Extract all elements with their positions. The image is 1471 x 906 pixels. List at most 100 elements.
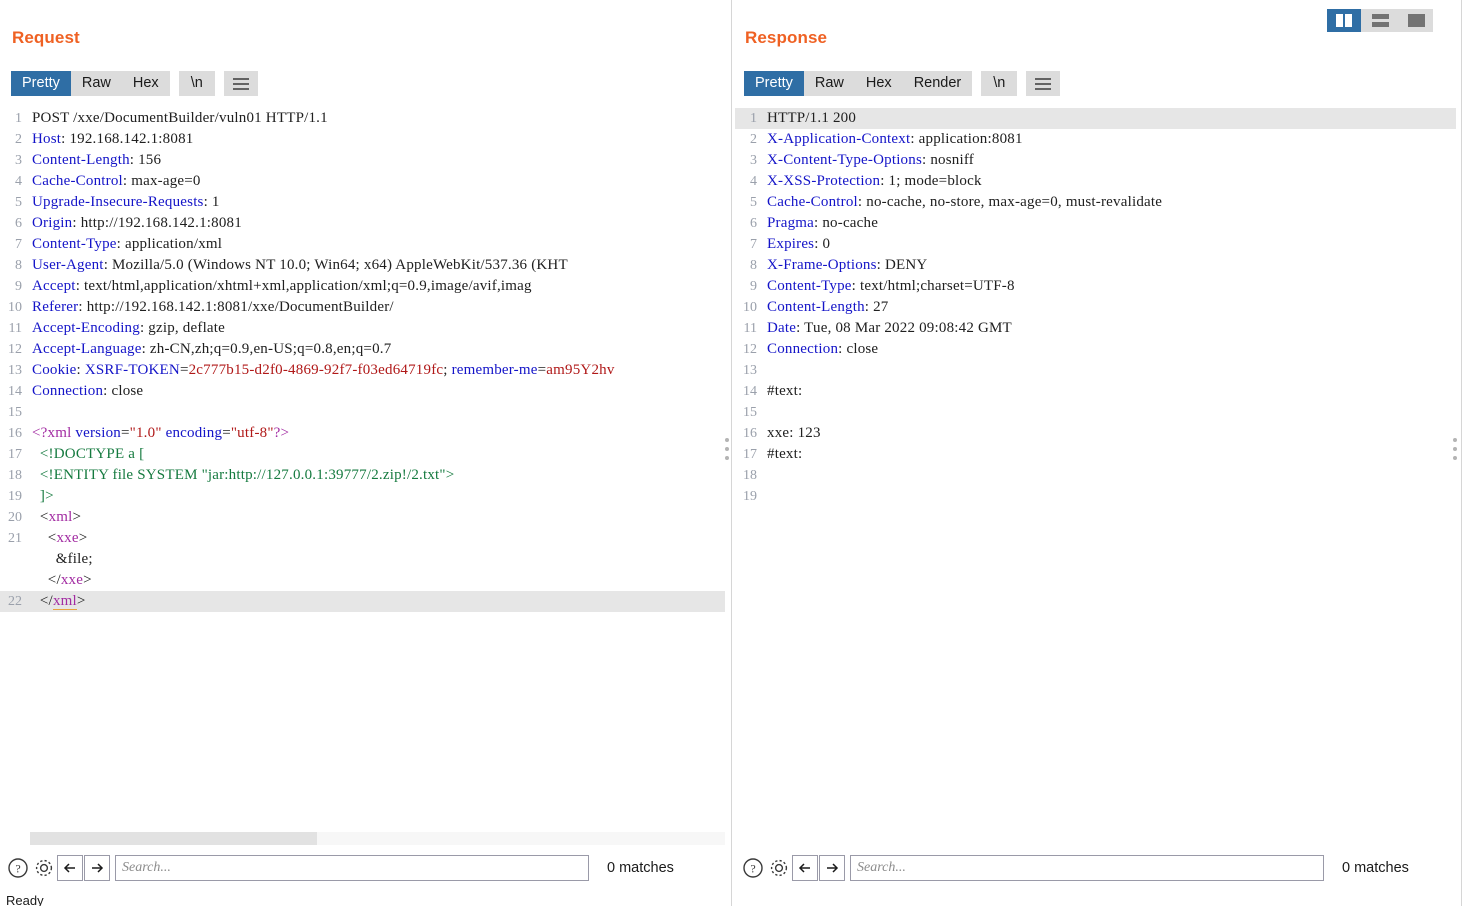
response-search-input[interactable] <box>850 855 1324 881</box>
line-number: 18 <box>8 468 22 483</box>
line-number: 2 <box>15 132 22 147</box>
code-line: &file; <box>0 549 728 570</box>
response-tab-render[interactable]: Render <box>902 71 973 96</box>
request-panel-title: Request <box>12 28 80 47</box>
right-edge-divider[interactable] <box>1461 0 1462 906</box>
response-help-icon[interactable]: ? <box>740 854 766 882</box>
response-code-editor[interactable]: 1 HTTP/1.1 200 2 X-Application-Context: app… <box>735 108 1471 832</box>
code-line-text: X-Application-Context: application:8081 <box>767 131 1023 147</box>
code-line: </xxe> <box>0 570 728 591</box>
code-line: 9 Accept: text/html,application/xhtml+xml… <box>0 276 728 297</box>
request-match-count: 0 matches <box>607 860 674 876</box>
request-horizontal-scrollbar[interactable] <box>30 832 725 845</box>
code-line: 16 xxe: 123 <box>735 423 1471 444</box>
panel-divider[interactable] <box>731 0 732 906</box>
code-line-text: Host: 192.168.142.1:8081 <box>32 131 194 147</box>
code-line: 3 Content-Length: 156 <box>0 150 728 171</box>
line-number: 17 <box>743 447 757 462</box>
response-format-tabs: Pretty Raw Hex Render <box>744 71 973 96</box>
code-line: 4 X-XSS-Protection: 1; mode=block <box>735 171 1471 192</box>
code-line: 7 Expires: 0 <box>735 234 1471 255</box>
line-number: 8 <box>15 258 22 273</box>
code-line: 12 Connection: close <box>735 339 1471 360</box>
request-search-input[interactable] <box>115 855 589 881</box>
request-hamburger-icon[interactable] <box>223 71 258 96</box>
request-tab-hex[interactable]: Hex <box>121 71 170 96</box>
request-tab-raw[interactable]: Raw <box>70 71 122 96</box>
request-help-icon[interactable]: ? <box>5 854 31 882</box>
response-search-prev-button[interactable] <box>792 855 818 881</box>
line-number: 11 <box>8 321 22 336</box>
code-line-text: Expires: 0 <box>767 236 831 252</box>
request-search-next-button[interactable] <box>84 855 110 881</box>
response-search-next-button[interactable] <box>819 855 845 881</box>
code-line: 14 #text: <box>735 381 1471 402</box>
right-edge-divider-handle[interactable] <box>1453 438 1457 460</box>
line-number: 9 <box>15 279 22 294</box>
line-number: 16 <box>8 426 22 441</box>
request-panel: Request Pretty Raw Hex \n 1 POST /xxe/Doc… <box>0 0 728 906</box>
status-bar: Ready <box>6 893 44 906</box>
request-scrollbar-thumb[interactable] <box>30 832 317 845</box>
response-hamburger-icon[interactable] <box>1026 71 1061 96</box>
response-panel-title: Response <box>745 28 828 47</box>
svg-text:?: ? <box>15 862 20 876</box>
code-line-text: <xml> <box>32 509 82 525</box>
code-line-text: </xxe> <box>32 572 92 588</box>
code-line-text: X-XSS-Protection: 1; mode=block <box>767 173 982 189</box>
request-newline-toggle[interactable]: \n <box>178 71 215 96</box>
line-number: 1 <box>15 111 22 126</box>
line-number: 10 <box>743 300 757 315</box>
code-line-text: xxe: 123 <box>767 425 821 441</box>
code-line-text: Accept-Encoding: gzip, deflate <box>32 320 226 336</box>
line-number: 1 <box>750 111 757 126</box>
code-line: 10 Content-Length: 27 <box>735 297 1471 318</box>
code-line: 9 Content-Type: text/html;charset=UTF-8 <box>735 276 1471 297</box>
response-gear-icon[interactable] <box>766 854 792 882</box>
line-number: 15 <box>743 405 757 420</box>
code-line-text: Cookie: XSRF-TOKEN=2c777b15-d2f0-4869-92… <box>32 362 615 378</box>
code-line: 2 X-Application-Context: application:8081 <box>735 129 1471 150</box>
code-line: 1 HTTP/1.1 200 <box>735 108 1456 129</box>
code-line-text: <xxe> <box>32 530 88 546</box>
line-number: 3 <box>750 153 757 168</box>
response-tab-hex[interactable]: Hex <box>854 71 903 96</box>
response-newline-toggle[interactable]: \n <box>981 71 1018 96</box>
line-number: 8 <box>750 258 757 273</box>
code-line-text: ]> <box>32 488 54 504</box>
line-number: 3 <box>15 153 22 168</box>
line-number: 2 <box>750 132 757 147</box>
line-number: 16 <box>743 426 757 441</box>
code-line: 19 ]> <box>0 486 728 507</box>
code-line-text: <?xml version="1.0" encoding="utf-8"?> <box>32 425 290 441</box>
code-line: 18 <box>735 465 1471 486</box>
code-line: 14 Connection: close <box>0 381 728 402</box>
request-tab-pretty[interactable]: Pretty <box>11 71 71 96</box>
request-search-prev-button[interactable] <box>57 855 83 881</box>
response-tab-pretty[interactable]: Pretty <box>744 71 804 96</box>
code-line-text: Content-Length: 27 <box>767 299 889 315</box>
code-line: 8 X-Frame-Options: DENY <box>735 255 1471 276</box>
code-line-text: Accept-Language: zh-CN,zh;q=0.9,en-US;q=… <box>32 341 392 357</box>
request-code-editor[interactable]: 1 POST /xxe/DocumentBuilder/vuln01 HTTP/1… <box>0 108 728 832</box>
line-number: 7 <box>15 237 22 252</box>
code-line: 3 X-Content-Type-Options: nosniff <box>735 150 1471 171</box>
line-number: 19 <box>8 489 22 504</box>
code-line-text: <!DOCTYPE a [ <box>32 446 145 462</box>
code-line-text: Cache-Control: no-cache, no-store, max-a… <box>767 194 1163 210</box>
code-line-text: POST /xxe/DocumentBuilder/vuln01 HTTP/1.… <box>32 110 328 126</box>
code-line: 22 </xml> <box>0 591 725 612</box>
svg-text:?: ? <box>750 862 755 876</box>
code-line: 5 Cache-Control: no-cache, no-store, max-… <box>735 192 1471 213</box>
line-number: 5 <box>750 195 757 210</box>
code-line: 19 <box>735 486 1471 507</box>
code-line: 8 User-Agent: Mozilla/5.0 (Windows NT 10.… <box>0 255 728 276</box>
panel-divider-handle[interactable] <box>725 438 729 460</box>
code-line: 6 Origin: http://192.168.142.1:8081 <box>0 213 728 234</box>
line-number: 13 <box>743 363 757 378</box>
code-line-text: &file; <box>32 551 93 567</box>
request-gear-icon[interactable] <box>31 854 57 882</box>
response-tab-raw[interactable]: Raw <box>803 71 855 96</box>
response-tabbar: Pretty Raw Hex Render \n <box>744 71 1061 96</box>
request-tabbar: Pretty Raw Hex \n <box>11 71 258 96</box>
